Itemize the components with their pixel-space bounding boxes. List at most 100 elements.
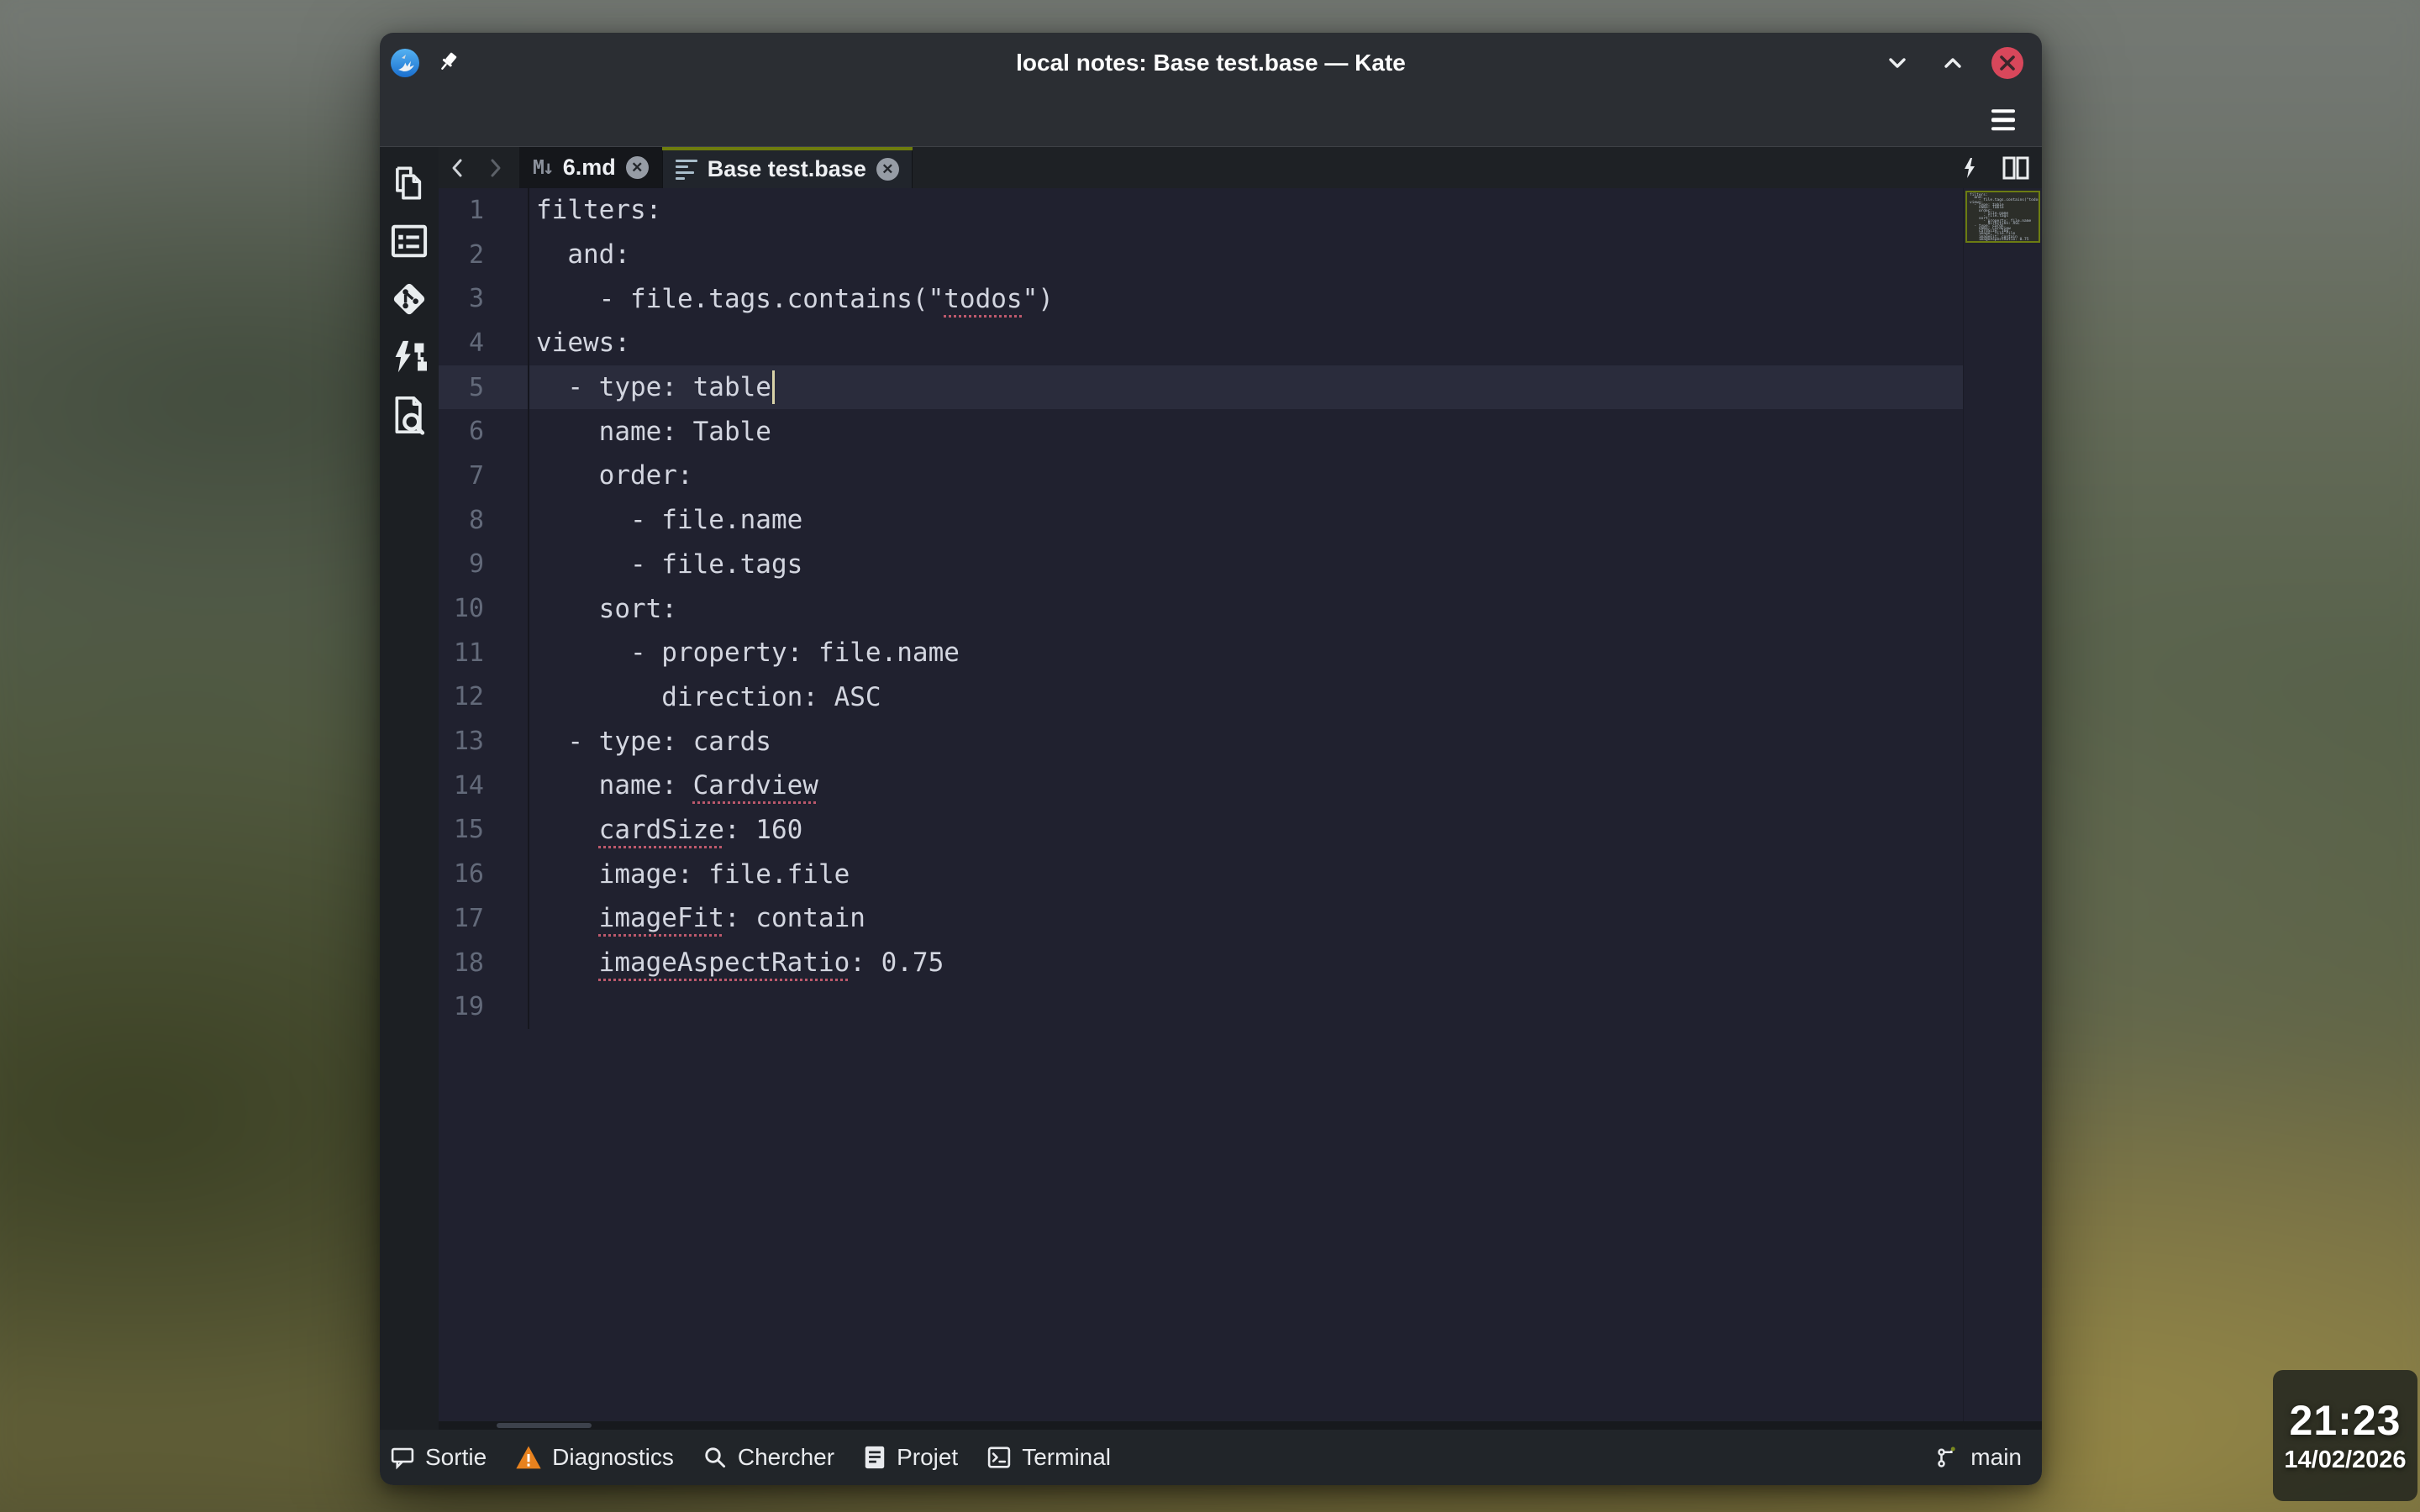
window-title: local notes: Base test.base — Kate [380,33,2042,93]
code-line-17[interactable]: 17 imageFit: contain [439,896,1963,941]
documents-icon[interactable] [380,154,439,212]
tab-bar: M↓ 6.md ✕ Base test.base ✕ [439,147,2042,188]
tab-close-icon[interactable]: ✕ [626,156,649,179]
line-number: 8 [439,498,528,543]
code-line-9[interactable]: 9 - file.tags [439,543,1963,587]
line-number: 18 [439,941,528,985]
code-line-4[interactable]: 4views: [439,321,1963,365]
code-text: - type: cards [528,719,1963,764]
code-line-2[interactable]: 2 and: [439,233,1963,277]
code-line-12[interactable]: 12 direction: ASC [439,675,1963,720]
code-line-16[interactable]: 16 image: file.file [439,852,1963,896]
commits-icon[interactable] [380,328,439,386]
tab-forward-button[interactable] [486,156,506,180]
code-text: - file.tags.contains("todos") [528,276,1963,321]
close-button[interactable] [1991,47,2023,79]
maximize-button[interactable] [1936,46,1970,80]
line-number: 13 [439,719,528,764]
code-text: views: [528,321,1963,365]
tab-label: 6.md [563,155,616,181]
quick-actions-icon[interactable] [1960,156,1980,180]
minimize-button[interactable] [1881,46,1914,80]
line-number: 2 [439,233,528,277]
code-text: - type: table [528,365,1963,410]
code-line-13[interactable]: 13 - type: cards [439,719,1963,764]
tool-sidebar [380,147,439,1430]
kate-window: local notes: Base test.base — Kate [380,33,2042,1485]
code-text: - file.name [528,498,1963,543]
code-line-1[interactable]: 1filters: [439,188,1963,233]
speech-bubble-icon [390,1445,415,1470]
clock-time: 21:23 [2290,1399,2402,1441]
diagnostics-pane-button[interactable]: Diagnostics [515,1444,674,1471]
code-text: - property: file.name [528,631,1963,675]
code-line-5[interactable]: 5 - type: table [439,365,1963,410]
code-line-8[interactable]: 8 - file.name [439,498,1963,543]
diagnostics-pane-label: Diagnostics [552,1444,674,1471]
git-branch-indicator[interactable]: main [1935,1444,2022,1471]
tab-close-icon[interactable]: ✕ [876,158,899,181]
markdown-icon: M↓ [533,157,553,179]
code-line-7[interactable]: 7 order: [439,454,1963,498]
warning-icon [515,1445,542,1470]
pin-icon[interactable] [434,50,460,76]
minimap-scrollbar[interactable]: filters: and: - file.tags.contains("todo… [1963,188,2042,1421]
code-line-10[interactable]: 10 sort: [439,586,1963,631]
code-line-15[interactable]: 15 cardSize: 160 [439,808,1963,853]
line-number: 19 [439,984,528,1029]
scrollbar-thumb[interactable] [497,1423,592,1428]
code-text: filters: [528,188,1963,233]
code-text: sort: [528,586,1963,631]
clock-date: 14/02/2026 [2284,1448,2406,1473]
line-number: 11 [439,631,528,675]
tab-back-button[interactable] [447,156,467,180]
status-bar: Sortie Diagnostics Chercher Projet [380,1430,2042,1485]
tab-6md[interactable]: M↓ 6.md ✕ [519,147,662,188]
code-text: name: Cardview [528,764,1963,808]
git-branch-label: main [1970,1444,2022,1471]
line-number: 5 [439,365,528,410]
code-text: imageFit: contain [528,896,1963,941]
code-text: and: [528,233,1963,277]
code-text: imageAspectRatio: 0.75 [528,941,1963,985]
search-icon [702,1445,728,1470]
code-text: - file.tags [528,543,1963,587]
code-line-14[interactable]: 14 name: Cardview [439,764,1963,808]
line-number: 4 [439,321,528,365]
project-pane-button[interactable]: Projet [863,1444,958,1471]
code-line-3[interactable]: 3 - file.tags.contains("todos") [439,276,1963,321]
editor-lines: 1filters:2 and:3 - file.tags.contains("t… [439,188,1963,1029]
code-text: cardSize: 160 [528,808,1963,853]
code-line-18[interactable]: 18 imageAspectRatio: 0.75 [439,941,1963,985]
git-icon[interactable] [380,270,439,328]
search-pane-button[interactable]: Chercher [702,1444,834,1471]
line-number: 6 [439,409,528,454]
line-number: 17 [439,896,528,941]
horizontal-scrollbar[interactable] [439,1421,2042,1430]
hamburger-menu-icon[interactable] [1986,104,2020,136]
minimap-viewport[interactable]: filters: and: - file.tags.contains("todo… [1965,191,2040,243]
search-in-file-icon[interactable] [380,386,439,444]
code-text [528,984,1963,1029]
code-line-6[interactable]: 6 name: Table [439,409,1963,454]
output-pane-label: Sortie [425,1444,487,1471]
split-view-icon[interactable] [2002,155,2030,181]
line-number: 7 [439,454,528,498]
code-text: direction: ASC [528,675,1963,720]
minimap-content: filters: and: - file.tags.contains("todo… [1967,192,2039,241]
code-line-19[interactable]: 19 [439,984,1963,1029]
terminal-pane-button[interactable]: Terminal [986,1444,1111,1471]
tab-base-test-base[interactable]: Base test.base ✕ [662,147,913,188]
code-text: name: Table [528,409,1963,454]
symbols-list-icon[interactable] [380,212,439,270]
kate-app-icon [390,48,420,78]
titlebar[interactable]: local notes: Base test.base — Kate [380,33,2042,93]
line-number: 1 [439,188,528,233]
code-line-11[interactable]: 11 - property: file.name [439,631,1963,675]
git-branch-icon [1935,1445,1960,1470]
line-number: 15 [439,808,528,853]
text-document-icon [676,160,697,180]
output-pane-button[interactable]: Sortie [390,1444,487,1471]
editor[interactable]: 1filters:2 and:3 - file.tags.contains("t… [439,188,1963,1421]
terminal-icon [986,1445,1012,1470]
